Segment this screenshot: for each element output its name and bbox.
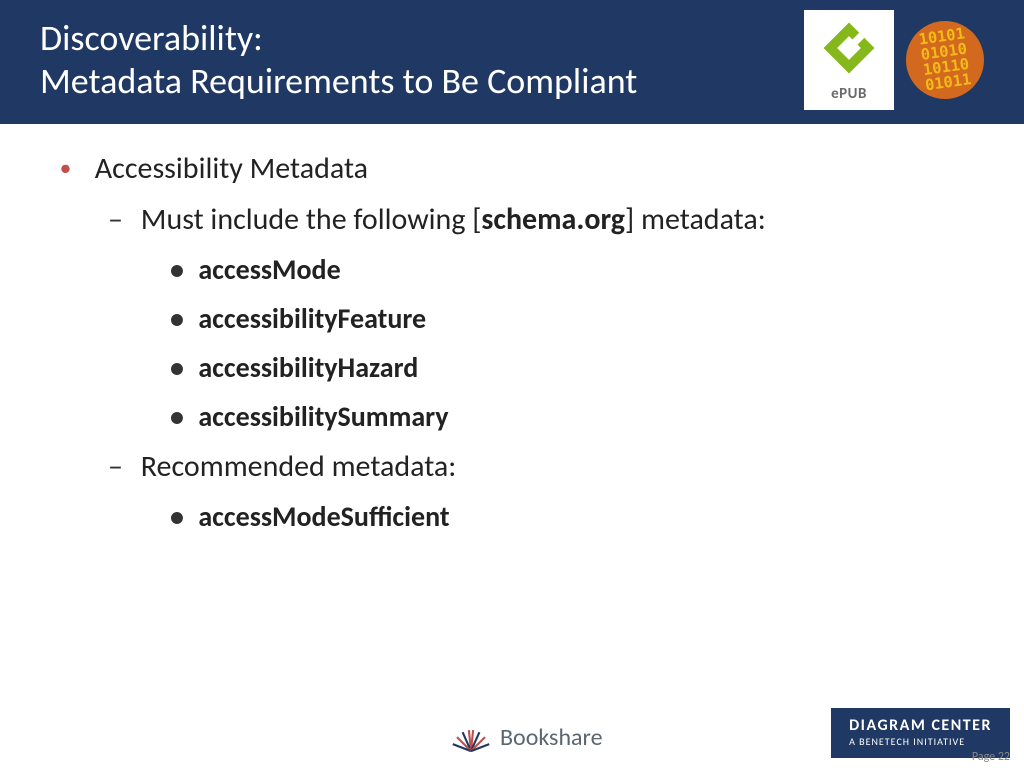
bookshare-text: Bookshare: [500, 723, 603, 752]
title-line-1: Discoverability:: [40, 17, 637, 60]
bullet-level-3: accessModeSufficient: [170, 499, 974, 534]
binary-digits: 10101010101011001011: [918, 26, 972, 93]
sub2-text: Recommended metadata:: [141, 448, 457, 485]
binary-circle-icon: 10101010101011001011: [906, 21, 984, 99]
slide-title: Discoverability: Metadata Requirements t…: [40, 17, 637, 103]
req-4: accessibilitySummary: [198, 399, 448, 434]
slide-header: Discoverability: Metadata Requirements t…: [0, 0, 1024, 124]
bullet-level-3: accessMode: [170, 252, 974, 287]
epub-icon: [819, 18, 879, 83]
diagram-subtitle: A BENETECH INITIATIVE: [849, 735, 992, 748]
epub-label: ePUB: [831, 85, 867, 103]
bookshare-icon: [450, 717, 492, 758]
req-1: accessMode: [198, 252, 340, 287]
bullet-text: Accessibility Metadata: [95, 150, 368, 187]
epub-logo: ePUB: [804, 10, 894, 110]
title-line-2: Metadata Requirements to Be Compliant: [40, 60, 637, 103]
bullet-level-2: Recommended metadata:: [108, 448, 974, 485]
req-2: accessibilityFeature: [198, 301, 426, 336]
bullet-level-3: accessibilitySummary: [170, 399, 974, 434]
page-number: Page 22: [972, 750, 1010, 764]
req-3: accessibilityHazard: [198, 350, 418, 385]
bookshare-logo: Bookshare: [450, 717, 603, 758]
rec-1: accessModeSufficient: [198, 499, 449, 534]
sub1-prefix: Must include the following [: [141, 201, 482, 238]
sub1-suffix: ] metadata:: [625, 201, 766, 238]
bullet-level-1: Accessibility Metadata: [60, 150, 974, 187]
slide-footer: Bookshare DIAGRAM CENTER A BENETECH INIT…: [0, 708, 1024, 758]
bullet-level-3: accessibilityHazard: [170, 350, 974, 385]
header-icons: ePUB 10101010101011001011: [804, 10, 984, 110]
slide: Discoverability: Metadata Requirements t…: [0, 0, 1024, 768]
sub1-bold: schema.org: [481, 201, 625, 238]
diagram-title: DIAGRAM CENTER: [849, 716, 992, 735]
slide-body: Accessibility Metadata Must include the …: [0, 124, 1024, 534]
bullet-level-2: Must include the following [schema.org] …: [108, 201, 974, 238]
bullet-level-3: accessibilityFeature: [170, 301, 974, 336]
